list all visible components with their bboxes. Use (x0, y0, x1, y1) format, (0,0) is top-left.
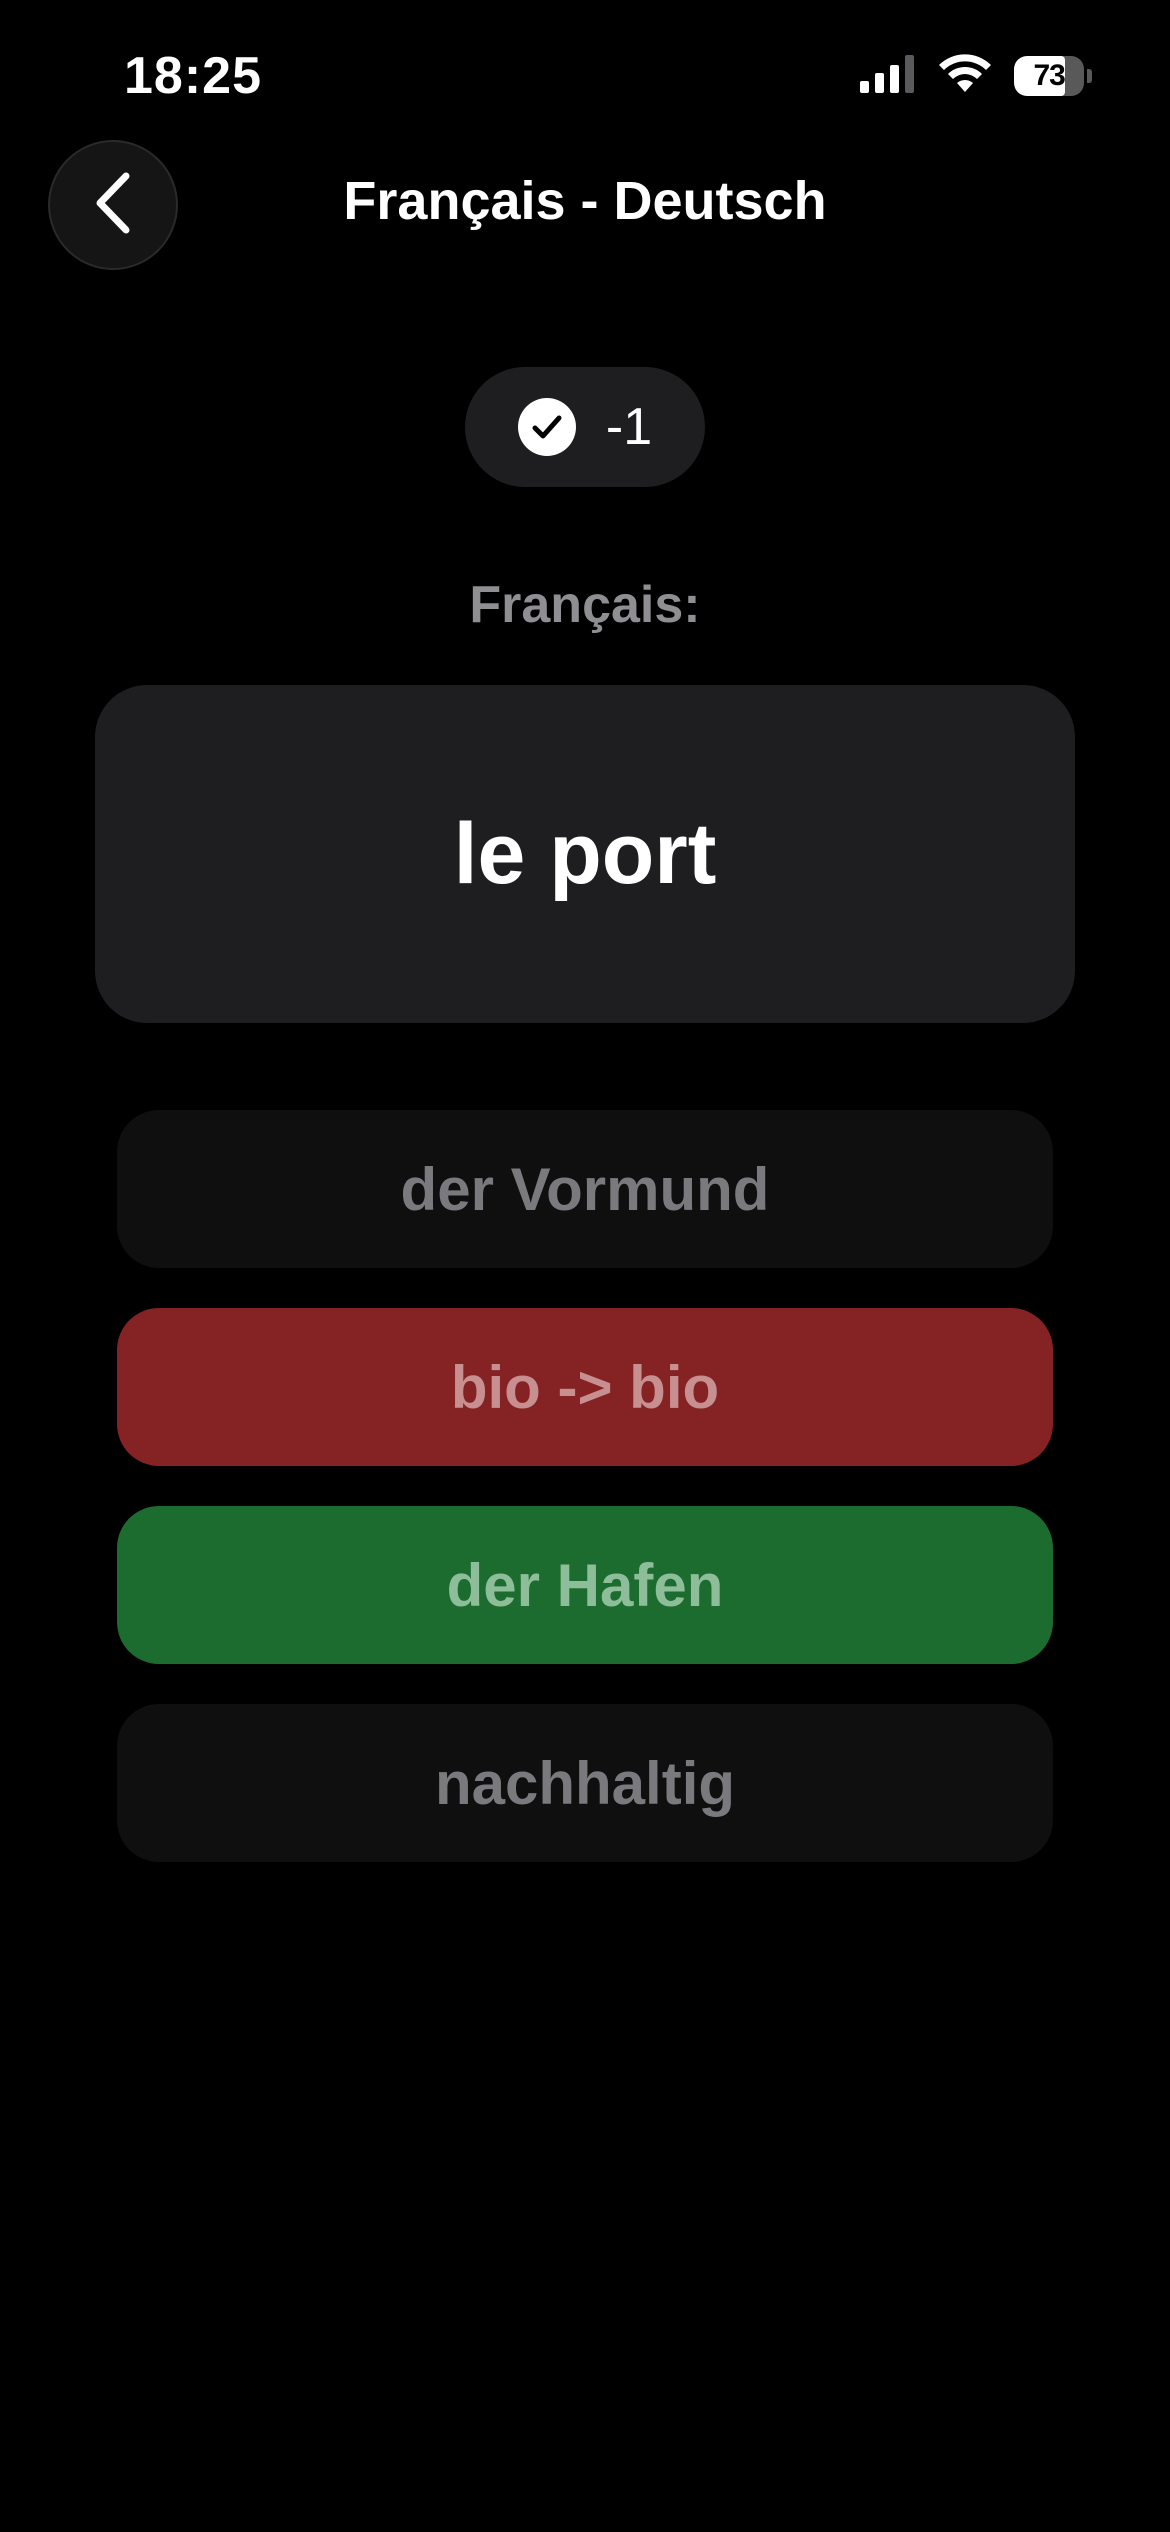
answer-option-2[interactable]: bio -> bio (117, 1308, 1053, 1466)
checkmark-circle-icon (517, 398, 576, 456)
status-bar: 18:25 73 (0, 0, 1170, 150)
battery-icon: 73 (1014, 56, 1092, 96)
question-word: le port (453, 805, 717, 902)
answer-option-4[interactable]: nachhaltig (117, 1704, 1053, 1862)
wifi-icon (938, 53, 992, 99)
word-card: le port (95, 685, 1075, 1023)
source-language-label: Français: (469, 576, 701, 634)
cellular-signal-icon (860, 54, 916, 98)
status-icons: 73 (860, 52, 1092, 100)
page-title: Français - Deutsch (343, 171, 827, 231)
answer-option-3[interactable]: der Hafen (117, 1506, 1053, 1664)
battery-level: 73 (1033, 59, 1065, 92)
answer-option-1[interactable]: der Vormund (117, 1110, 1053, 1268)
score-badge: -1 (465, 367, 705, 487)
status-time: 18:25 (124, 47, 262, 105)
score-value: -1 (605, 398, 653, 456)
